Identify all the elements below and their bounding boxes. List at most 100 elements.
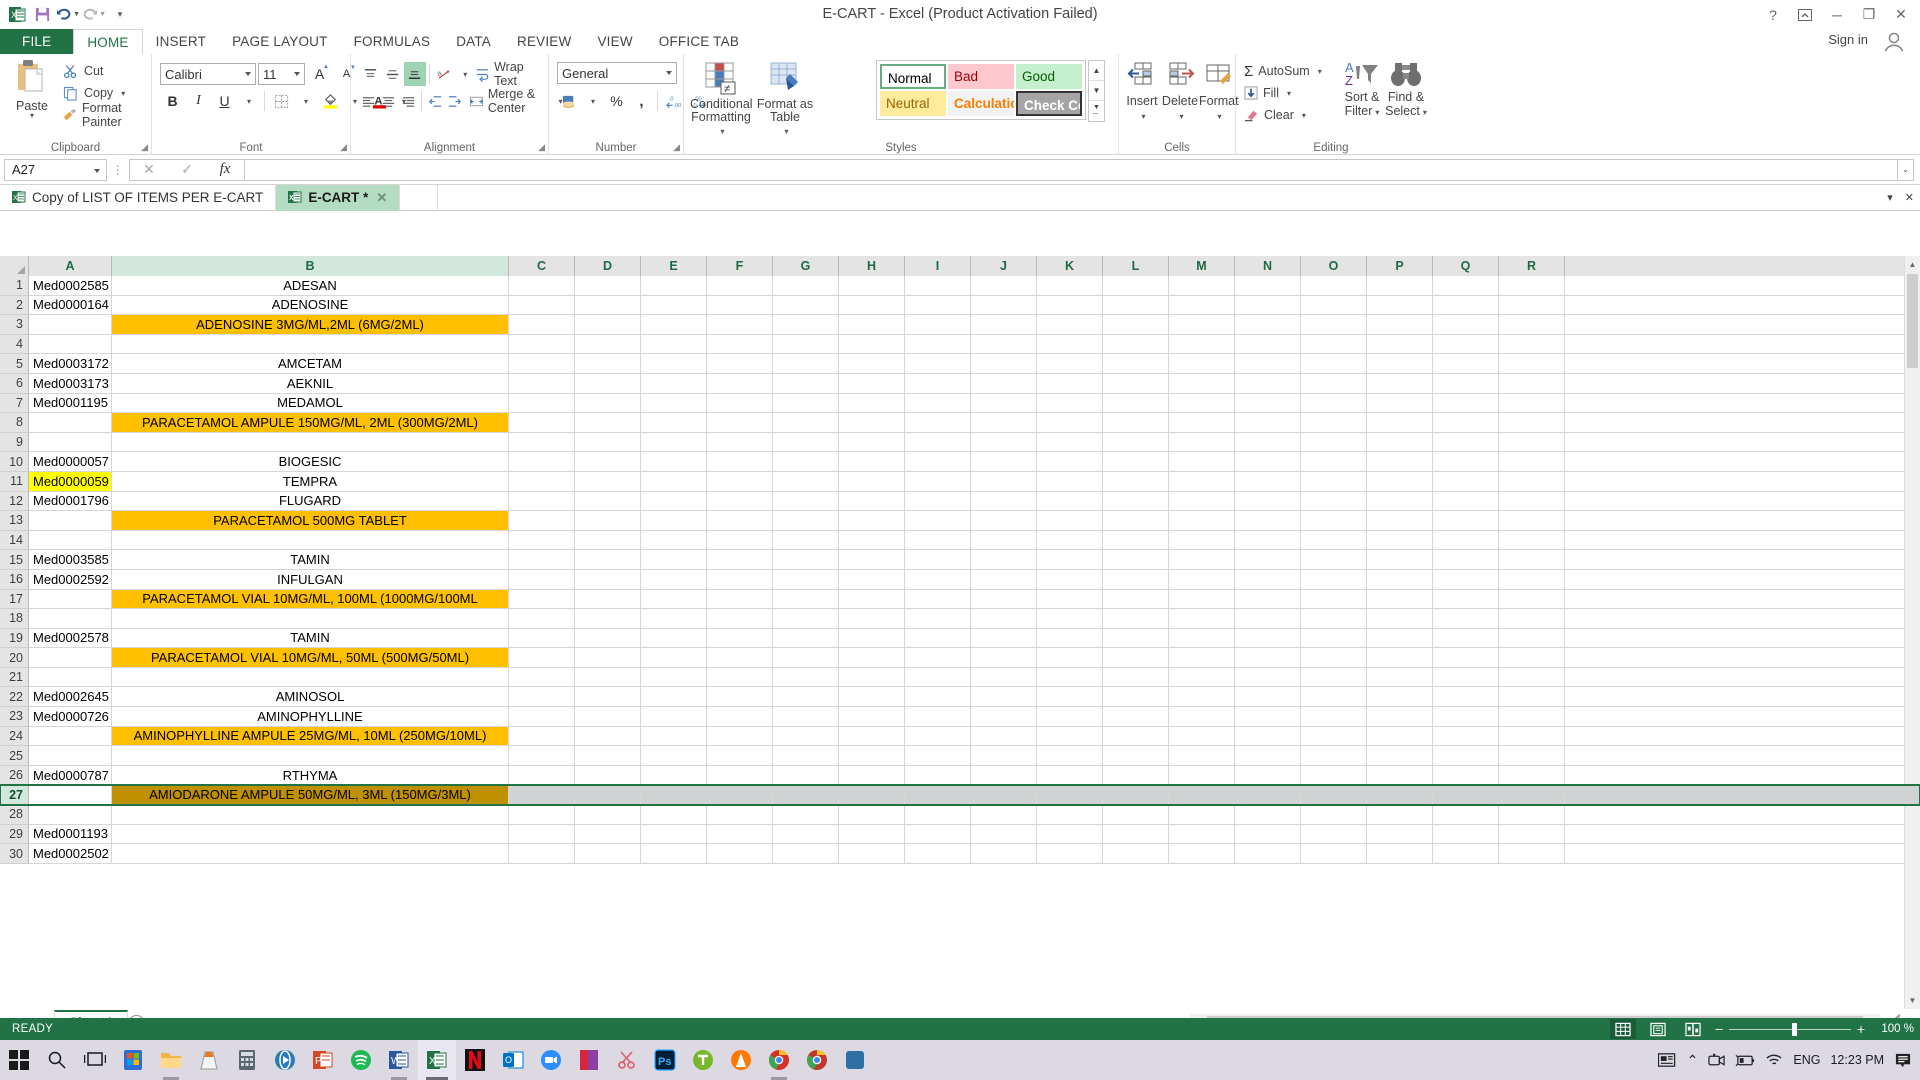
cell-E17[interactable] [641, 589, 707, 610]
row-header-20[interactable]: 20 [0, 648, 29, 668]
cell-I29[interactable] [905, 824, 971, 845]
cell-D1[interactable] [575, 276, 641, 296]
cell-K30[interactable] [1037, 844, 1103, 864]
styles-scroll-down-icon[interactable]: ▼ [1089, 81, 1104, 101]
wifi-icon[interactable] [1765, 1053, 1783, 1067]
cell-P7[interactable] [1367, 393, 1433, 414]
cell-L3[interactable] [1103, 315, 1169, 335]
row-header-15[interactable]: 15 [0, 550, 29, 570]
format-painter-button[interactable]: Format Painter [62, 101, 151, 129]
cell-N6[interactable] [1235, 373, 1301, 394]
cell-P22[interactable] [1367, 687, 1433, 708]
cell-style-good[interactable]: Good [1016, 64, 1082, 89]
cell-P23[interactable] [1367, 707, 1433, 727]
cell-A11[interactable]: Med0000059 [29, 471, 112, 492]
cell-L11[interactable] [1103, 471, 1169, 492]
cell-G23[interactable] [773, 707, 839, 727]
cell-S11[interactable] [1565, 472, 1920, 492]
tab-office-tab[interactable]: OFFICE TAB [646, 29, 752, 54]
cell-K23[interactable] [1037, 707, 1103, 727]
cell-P10[interactable] [1367, 452, 1433, 472]
cell-R2[interactable] [1499, 295, 1565, 316]
row-header-5[interactable]: 5 [0, 354, 29, 374]
cell-B24[interactable]: AMINOPHYLLINE AMPULE 25MG/ML, 10ML (250M… [112, 726, 509, 747]
table-row[interactable]: 27 AMIODARONE AMPULE 50MG/ML, 3ML (150MG/… [0, 784, 1920, 807]
cell-Q22[interactable] [1433, 687, 1499, 708]
cell-E27[interactable] [641, 785, 707, 806]
cell-style-neutral[interactable]: Neutral [880, 91, 946, 116]
snipping-tool-icon[interactable] [608, 1040, 646, 1080]
cell-A30[interactable]: Med0002502 [29, 844, 112, 864]
cell-N24[interactable] [1235, 726, 1301, 747]
col-header-Q[interactable]: Q [1433, 256, 1499, 276]
cell-A10[interactable]: Med0000057 [29, 452, 112, 472]
cell-G24[interactable] [773, 726, 839, 747]
cell-M21[interactable] [1169, 667, 1235, 688]
table-row[interactable]: 17 PARACETAMOL VIAL 10MG/ML, 100ML (1000M… [0, 589, 1920, 610]
cell-Q15[interactable] [1433, 550, 1499, 570]
cell-B27[interactable]: AMIODARONE AMPULE 50MG/ML, 3ML (150MG/3M… [112, 785, 509, 806]
cell-J14[interactable] [971, 530, 1037, 551]
alignment-dialog-launcher-icon[interactable]: ◢ [538, 142, 545, 153]
zoom-icon[interactable] [532, 1040, 570, 1080]
cell-R17[interactable] [1499, 589, 1565, 610]
row-header-26[interactable]: 26 [0, 765, 29, 786]
cell-F10[interactable] [707, 452, 773, 472]
excel-icon[interactable]: X [418, 1040, 456, 1080]
table-row[interactable]: 15 Med0003585 TAMIN [0, 550, 1920, 570]
cell-I17[interactable] [905, 589, 971, 610]
cell-G8[interactable] [773, 413, 839, 433]
cell-Q19[interactable] [1433, 628, 1499, 649]
cell-C2[interactable] [509, 295, 575, 316]
cell-L2[interactable] [1103, 295, 1169, 316]
cell-M6[interactable] [1169, 373, 1235, 394]
row-header-4[interactable]: 4 [0, 334, 29, 355]
cell-H28[interactable] [839, 805, 905, 825]
cell-P19[interactable] [1367, 628, 1433, 649]
cell-B18[interactable] [112, 609, 509, 629]
cell-A17[interactable] [29, 589, 112, 610]
comma-style-button[interactable]: , [629, 89, 654, 113]
cell-H20[interactable] [839, 648, 905, 668]
cell-N10[interactable] [1235, 452, 1301, 472]
row-header-28[interactable]: 28 [0, 805, 29, 825]
cell-J2[interactable] [971, 295, 1037, 316]
cell-F30[interactable] [707, 844, 773, 864]
undo-icon[interactable]: ▼ [56, 4, 80, 26]
restore-button[interactable]: ❐ [1854, 2, 1884, 28]
cell-A19[interactable]: Med0002578 [29, 628, 112, 649]
cell-C27[interactable] [509, 785, 575, 806]
zoom-in-button[interactable]: + [1857, 1021, 1865, 1037]
cell-O16[interactable] [1301, 569, 1367, 590]
cell-D25[interactable] [575, 746, 641, 766]
cell-R22[interactable] [1499, 687, 1565, 708]
cell-A12[interactable]: Med0001796 [29, 491, 112, 512]
cell-R10[interactable] [1499, 452, 1565, 472]
table-row[interactable]: 30 Med0002502 [0, 844, 1920, 864]
cell-E12[interactable] [641, 491, 707, 512]
cell-P2[interactable] [1367, 295, 1433, 316]
cell-M26[interactable] [1169, 765, 1235, 786]
row-header-13[interactable]: 13 [0, 511, 29, 531]
cell-H8[interactable] [839, 413, 905, 433]
wrap-text-button[interactable]: Wrap Text [475, 60, 548, 88]
cell-B21[interactable] [112, 667, 509, 688]
font-name-caret-icon[interactable] [245, 72, 251, 76]
row-header-10[interactable]: 10 [0, 452, 29, 472]
cell-J5[interactable] [971, 354, 1037, 374]
cell-Q3[interactable] [1433, 315, 1499, 335]
table-row[interactable]: 19 Med0002578 TAMIN [0, 628, 1920, 649]
cell-H3[interactable] [839, 315, 905, 335]
cell-J18[interactable] [971, 609, 1037, 629]
cell-D5[interactable] [575, 354, 641, 374]
table-row[interactable]: 9 [0, 432, 1920, 453]
cell-C9[interactable] [509, 432, 575, 453]
cell-S26[interactable] [1565, 766, 1920, 786]
cell-G2[interactable] [773, 295, 839, 316]
cell-J28[interactable] [971, 805, 1037, 825]
cell-E6[interactable] [641, 373, 707, 394]
select-all-button[interactable] [0, 256, 29, 276]
cell-A7[interactable]: Med0001195 [29, 393, 112, 414]
clear-button[interactable]: Clear ▾ [1244, 104, 1322, 126]
col-header-G[interactable]: G [773, 256, 839, 276]
